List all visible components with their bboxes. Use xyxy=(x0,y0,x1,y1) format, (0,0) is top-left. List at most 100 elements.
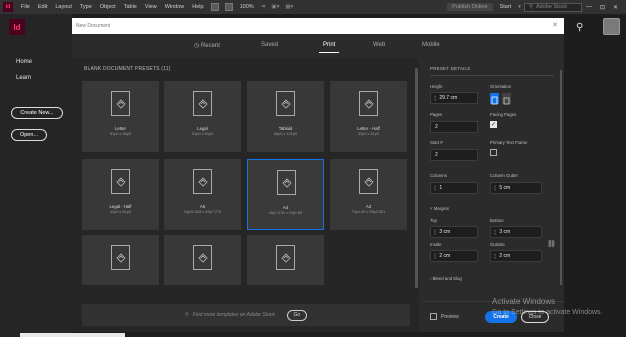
outside-value: 2 cm xyxy=(499,253,511,259)
menu-object[interactable]: Object xyxy=(100,4,116,10)
search-icon[interactable]: ⚲ xyxy=(576,22,583,33)
arrange-icon[interactable]: ▦▾ xyxy=(285,4,293,10)
preset-card[interactable]: Legal - Half 42p0 x 51p0 xyxy=(82,159,159,230)
publish-online-button[interactable]: Publish Online xyxy=(447,3,493,11)
view-options-icon[interactable]: ▫▾ xyxy=(261,4,266,10)
stock-search-bar[interactable]: ⚲ Find more templates on Adobe Stock Go xyxy=(82,304,410,326)
tab-saved[interactable]: Saved xyxy=(261,42,278,48)
top-margin-field[interactable]: ˄ ˅ 3 cm xyxy=(430,226,478,238)
tab-recent[interactable]: ◷ Recent xyxy=(194,42,220,49)
stepper-icon[interactable]: ˄ ˅ xyxy=(494,253,496,260)
gallery-scrollbar[interactable] xyxy=(415,68,418,288)
window-close-button[interactable]: ✕ xyxy=(613,4,618,11)
sidebar-item-learn[interactable]: Learn xyxy=(16,75,31,81)
start-page-field[interactable]: 2 xyxy=(430,149,478,161)
stepper-icon[interactable]: ˄ ˅ xyxy=(434,95,436,102)
preset-card[interactable] xyxy=(82,235,159,285)
chevron-down-icon[interactable]: ▾ xyxy=(518,4,521,10)
document-name-input[interactable] xyxy=(76,21,496,31)
document-preset-icon xyxy=(193,169,212,194)
preset-card[interactable]: Letter 51p0 x 66p0 xyxy=(82,81,159,152)
open-button[interactable]: Open... xyxy=(11,129,47,141)
activate-windows-title: Activate Windows xyxy=(492,297,556,306)
preset-gallery: BLANK DOCUMENT PRESETS (11) Letter 51p0 x… xyxy=(72,58,419,332)
columns-value: 1 xyxy=(439,185,443,191)
landscape-orientation-icon[interactable] xyxy=(502,93,511,105)
menu-window[interactable]: Window xyxy=(165,4,185,10)
preset-card[interactable]: A4 49p7.276 x 70p1.89 xyxy=(247,159,324,230)
avatar[interactable] xyxy=(603,18,620,35)
facing-pages-checkbox[interactable]: ✓ xyxy=(490,121,497,128)
tab-mobile[interactable]: Mobile xyxy=(422,42,440,48)
details-scrollbar[interactable] xyxy=(560,70,562,285)
menu-view[interactable]: View xyxy=(145,4,157,10)
bridge-icon[interactable] xyxy=(210,3,219,11)
top-value: 3 cm xyxy=(439,229,451,235)
stock-search-input[interactable]: ⚲ Adobe Stock xyxy=(523,2,582,12)
menu-type[interactable]: Type xyxy=(80,4,92,10)
inside-margin-field[interactable]: ˄ ˅ 2 cm xyxy=(430,250,478,262)
pages-field[interactable]: 2 xyxy=(430,121,478,133)
screen-mode-icon[interactable]: ▣▾ xyxy=(271,4,279,10)
preview-checkbox[interactable] xyxy=(430,313,437,320)
pages-label: Pages xyxy=(430,112,443,117)
home-top-right: ⚲ xyxy=(564,14,626,44)
preset-card[interactable]: Letter - Half 33p0 x 51p0 xyxy=(330,81,407,152)
preset-card[interactable] xyxy=(247,235,324,285)
menu-edit[interactable]: Edit xyxy=(38,4,47,10)
stepper-icon[interactable]: ˄ ˅ xyxy=(434,229,436,236)
minimize-button[interactable]: — xyxy=(586,4,592,10)
preset-dimensions: 42p0 x 51p0 xyxy=(110,210,131,214)
preset-card[interactable]: Tabloid 66p0 x 102p0 xyxy=(247,81,324,152)
document-preset-icon xyxy=(111,245,130,270)
height-field[interactable]: ˄ ˅ 29.7 cm xyxy=(430,92,478,104)
inside-value: 2 cm xyxy=(439,253,451,259)
stock-search-placeholder: Adobe Stock xyxy=(535,4,568,10)
column-gutter-field[interactable]: ˄ ˅ 5 cm xyxy=(490,182,542,194)
margins-toggle[interactable]: ˅ Margins xyxy=(430,206,449,211)
search-icon: ⚲ xyxy=(185,312,189,318)
document-preset-icon xyxy=(111,169,130,194)
stepper-icon[interactable]: ˄ ˅ xyxy=(494,229,496,236)
tab-recent-label: Recent xyxy=(200,43,220,49)
maximize-button[interactable]: ⊡ xyxy=(600,4,605,11)
document-preset-icon xyxy=(276,245,295,270)
outside-margin-field[interactable]: ˄ ˅ 2 cm xyxy=(490,250,542,262)
preset-card[interactable]: Legal 51p0 x 84p0 xyxy=(164,81,241,152)
columns-field[interactable]: ˄ ˅ 1 xyxy=(430,182,478,194)
workspace-switcher[interactable]: Start xyxy=(500,4,512,10)
preset-card[interactable]: A3 70p1.89 x 99p2.551 xyxy=(330,159,407,230)
bottom-margin-field[interactable]: ˄ ˅ 3 cm xyxy=(490,226,542,238)
preset-dimensions: 51p0 x 66p0 xyxy=(110,132,131,136)
create-new-button[interactable]: Create New... xyxy=(11,107,63,119)
sidebar-item-home[interactable]: Home xyxy=(16,59,32,65)
menu-help[interactable]: Help xyxy=(192,4,203,10)
stepper-icon[interactable]: ˄ ˅ xyxy=(434,185,436,192)
portrait-orientation-icon[interactable] xyxy=(490,93,499,105)
new-document-dialog: ✕ ◷ Recent Saved Print Web Mobile BLANK … xyxy=(72,18,564,332)
close-icon[interactable]: ✕ xyxy=(552,21,558,29)
stock-icon[interactable] xyxy=(224,3,233,11)
bleed-slug-toggle[interactable]: › Bleed and Slug xyxy=(430,276,462,281)
preset-name: Tabloid xyxy=(278,126,293,131)
preset-card[interactable] xyxy=(164,235,241,285)
preset-name: A4 xyxy=(282,205,289,210)
stepper-icon[interactable]: ˄ ˅ xyxy=(494,185,496,192)
preset-card[interactable]: A5 34p11.528 x 49p7.276 xyxy=(164,159,241,230)
zoom-level[interactable]: 100% xyxy=(240,4,254,10)
document-preset-icon xyxy=(359,169,378,194)
menu-file[interactable]: File xyxy=(21,4,30,10)
go-button[interactable]: Go xyxy=(286,309,307,321)
indesign-logo: Id xyxy=(9,19,25,35)
primary-text-frame-checkbox[interactable] xyxy=(490,149,497,156)
margins-label: Margins xyxy=(433,206,449,211)
tab-web[interactable]: Web xyxy=(373,42,385,48)
chain-link-icon[interactable]: ⛓ xyxy=(547,240,556,248)
document-width-field[interactable] xyxy=(430,72,554,76)
stepper-icon[interactable]: ˄ ˅ xyxy=(434,253,436,260)
menu-layout[interactable]: Layout xyxy=(55,4,72,10)
menu-table[interactable]: Table xyxy=(124,4,137,10)
tab-print[interactable]: Print xyxy=(318,42,340,53)
activate-windows-text: Go to Settings to activate Windows. xyxy=(492,309,603,316)
preset-dimensions: 33p0 x 51p0 xyxy=(358,132,379,136)
